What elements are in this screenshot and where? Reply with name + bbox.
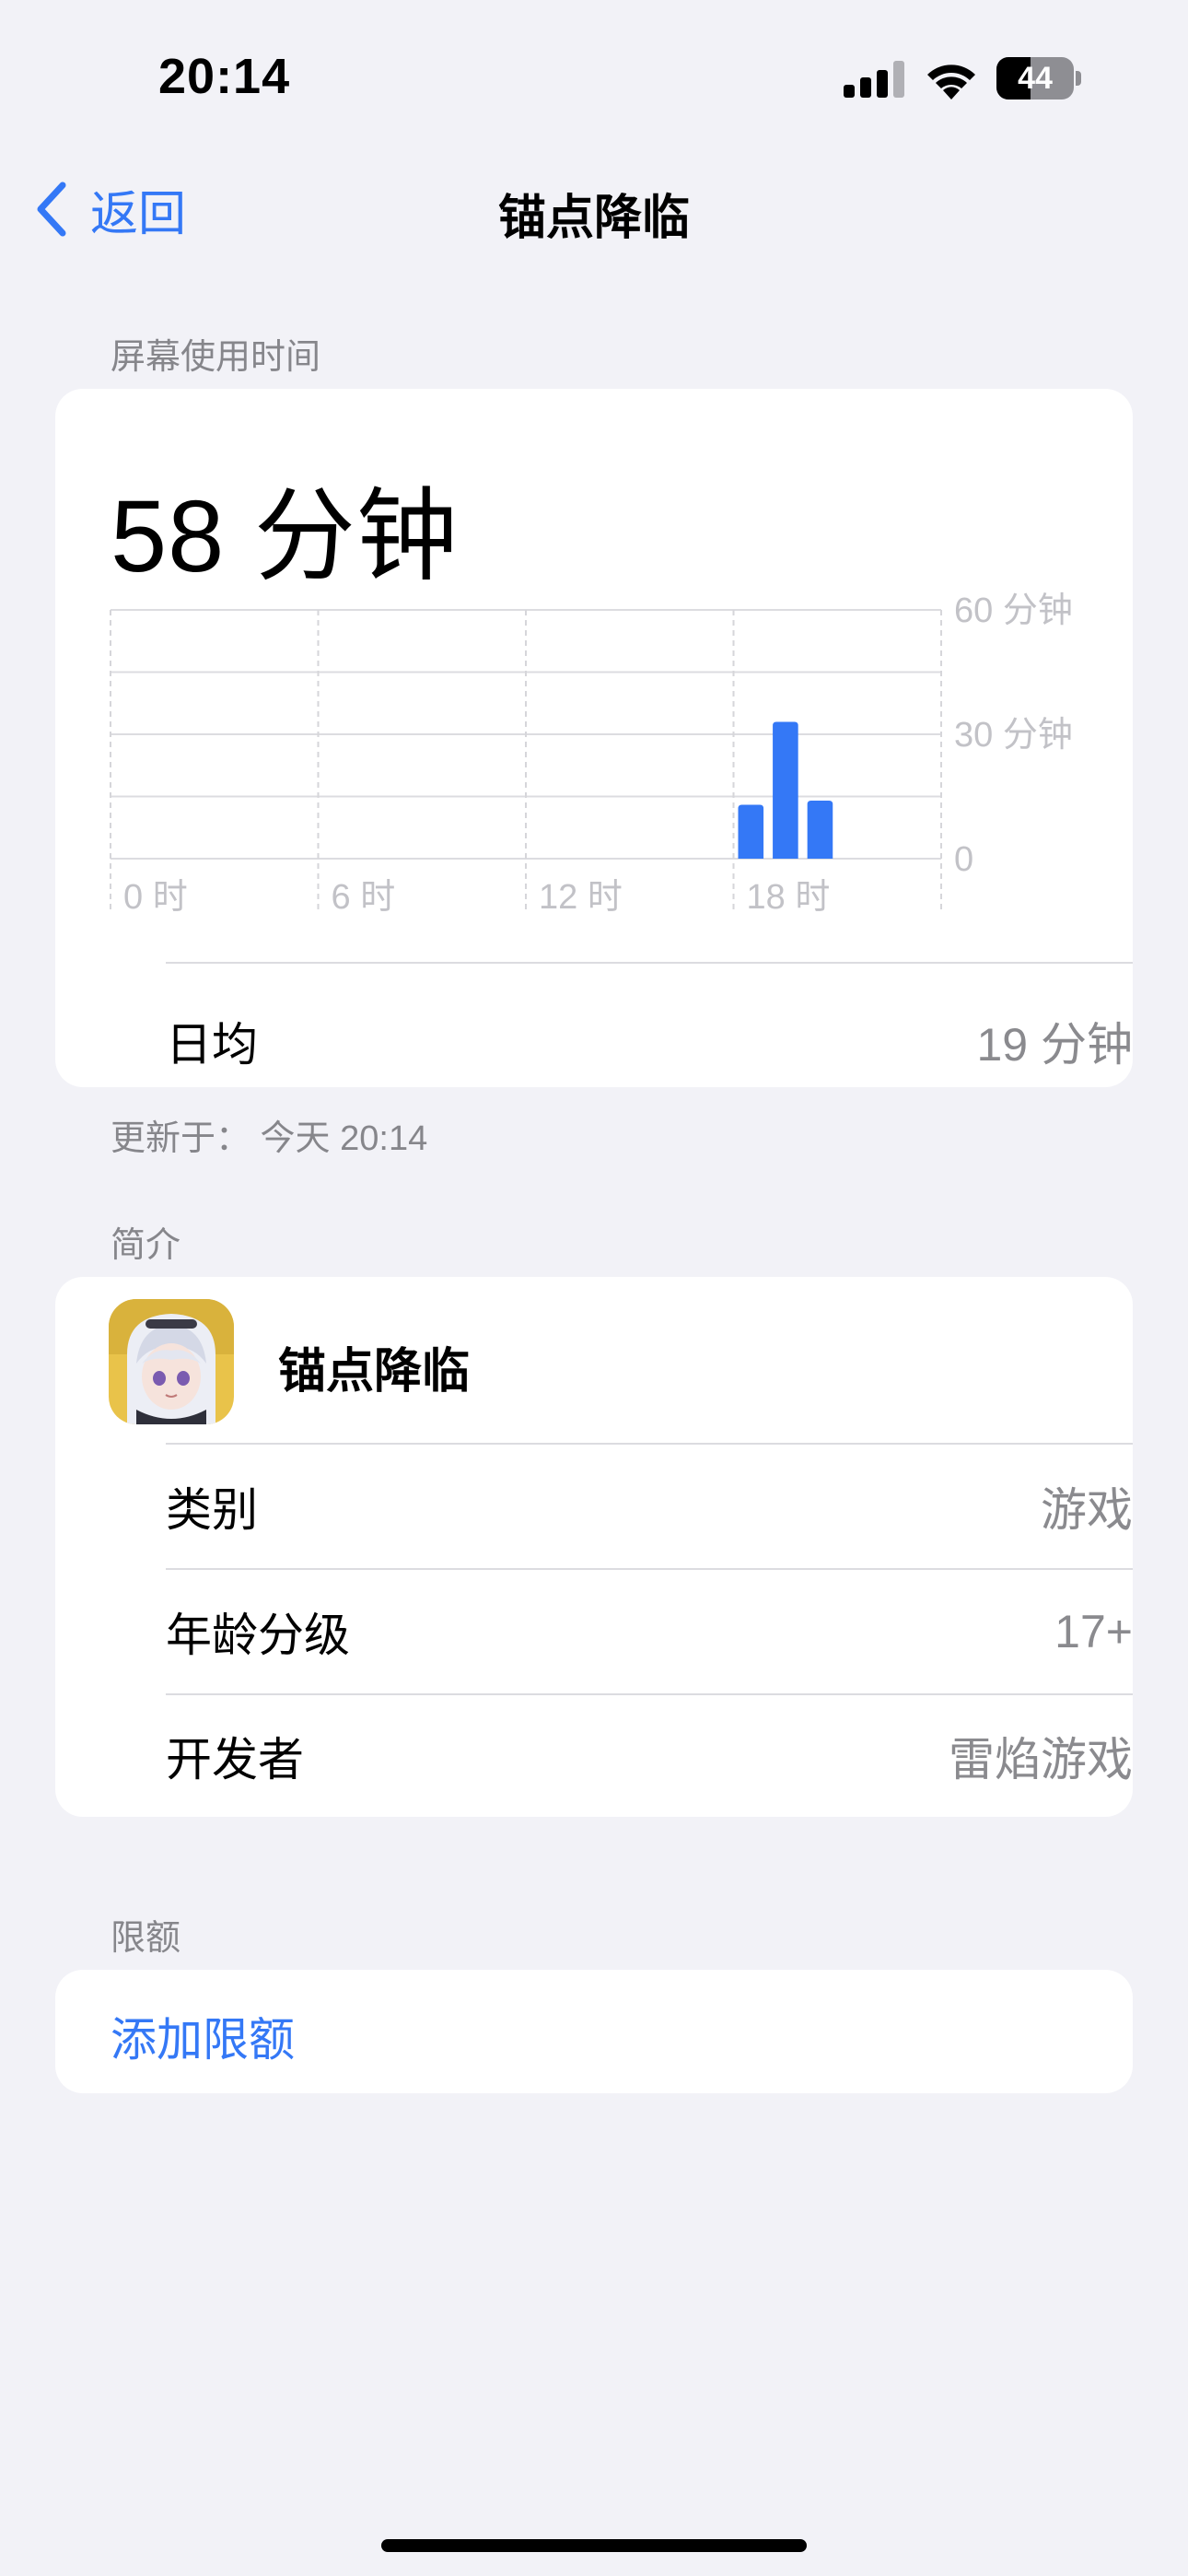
age-rating-label: 年龄分级	[166, 1610, 350, 1661]
usage-chart: 0 时 6 时 12 时 18 时 60 分钟 30 分钟 0	[110, 591, 1073, 917]
intro-section-label: 简介	[111, 1226, 181, 1265]
y-tick-label: 30 分钟	[954, 716, 1073, 755]
add-limit-button[interactable]: 添加限额	[111, 2003, 295, 2069]
x-tick-label: 18 时	[747, 878, 831, 917]
chart-bar	[807, 801, 833, 859]
info-row-developer: 开发者 雷焰游戏	[166, 1695, 1133, 1817]
x-tick-label: 0 时	[123, 878, 188, 917]
info-row-age-rating: 年龄分级 17+	[166, 1570, 1133, 1693]
age-rating-value: 17+	[1054, 1606, 1133, 1657]
app-icon	[109, 1299, 234, 1424]
developer-value: 雷焰游戏	[949, 1734, 1133, 1786]
y-tick-label: 60 分钟	[954, 591, 1073, 630]
developer-label: 开发者	[166, 1734, 304, 1786]
category-value: 游戏	[1041, 1484, 1133, 1536]
x-tick-label: 6 时	[332, 878, 396, 917]
app-name: 锚点降临	[278, 1345, 471, 1399]
daily-average-value: 19 分钟	[976, 1019, 1133, 1071]
chart-bar	[738, 804, 764, 859]
home-indicator	[381, 2539, 807, 2552]
limits-section-label: 限额	[111, 1919, 181, 1958]
x-tick-label: 12 时	[539, 878, 623, 917]
daily-average-label: 日均	[166, 1019, 258, 1071]
updated-time: 更新于： 今天 20:14	[111, 1119, 428, 1158]
chart-bar	[773, 721, 798, 859]
category-label: 类别	[166, 1484, 258, 1536]
y-tick-label: 0	[954, 840, 973, 879]
info-row-category: 类别 游戏	[166, 1445, 1133, 1568]
